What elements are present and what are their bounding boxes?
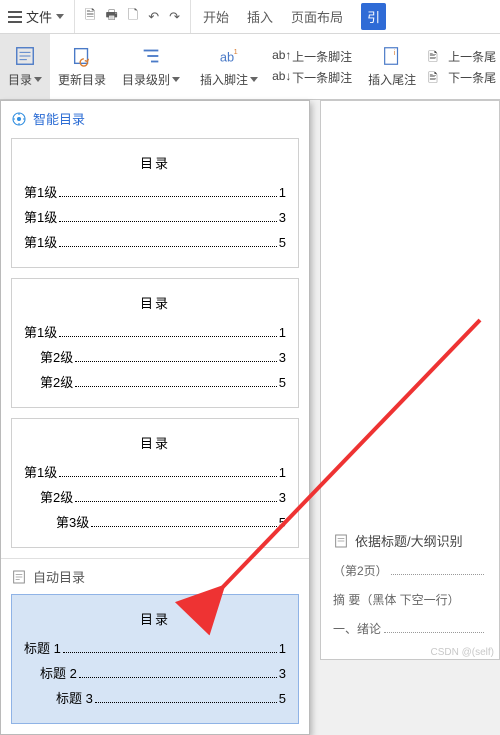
tab-insert[interactable]: 插入 xyxy=(247,7,273,26)
smart-icon xyxy=(11,111,27,127)
toc-preview-2[interactable]: 目录 第1级1 第2级3 第2级5 xyxy=(11,278,299,408)
qat-print-icon[interactable]: 🖶 xyxy=(105,6,117,28)
toc-level-button[interactable]: 目录级别 xyxy=(114,34,188,99)
qat-redo-icon[interactable]: ↷ xyxy=(169,9,180,25)
svg-text:ab: ab xyxy=(220,50,234,65)
auto-toc-header: 自动目录 xyxy=(1,558,309,590)
toc-title: 目录 xyxy=(24,609,286,628)
endnote-nav: 🖹上一条尾 🖹下一条尾 xyxy=(422,34,500,99)
footnote-icon: ab1 xyxy=(218,45,240,67)
tab-start[interactable]: 开始 xyxy=(203,7,229,26)
caret-down-icon xyxy=(250,77,258,82)
doc-row: 一、绪论 xyxy=(333,620,487,637)
update-toc-button[interactable]: 更新目录 xyxy=(50,34,114,99)
level-label: 目录级别 xyxy=(122,71,170,88)
footnote-label: 插入脚注 xyxy=(200,71,248,88)
toc-title: 目录 xyxy=(24,433,286,452)
insert-endnote-button[interactable]: i 插入尾注 xyxy=(362,34,422,99)
svg-text:1: 1 xyxy=(234,47,238,56)
file-menu[interactable]: 文件 xyxy=(0,0,75,33)
caret-down-icon xyxy=(56,14,64,19)
caret-down-icon xyxy=(172,77,180,82)
endnote-icon: i xyxy=(381,45,403,67)
doc-row: （第2页） xyxy=(333,562,487,579)
level-icon xyxy=(140,45,162,67)
update-label: 更新目录 xyxy=(58,71,106,88)
quick-access-toolbar: 🗎 🖶 🗋 ↶ ↷ xyxy=(75,0,191,33)
smart-toc-header: 智能目录 xyxy=(1,101,309,134)
prev-footnote-icon: ab↑ xyxy=(272,48,288,64)
toc-preview-3[interactable]: 目录 第1级1 第2级3 第3级5 xyxy=(11,418,299,548)
toc-dropdown: 智能目录 目录 第1级1 第1级3 第1级5 目录 第1级1 第2级3 第2级5… xyxy=(0,100,310,735)
caret-down-icon xyxy=(34,77,42,82)
qat-undo-icon[interactable]: ↶ xyxy=(148,9,159,25)
toc-preview-auto[interactable]: 目录 标题 11 标题 23 标题 35 xyxy=(11,594,299,724)
file-label: 文件 xyxy=(26,7,52,26)
toc-button[interactable]: 目录 xyxy=(0,34,50,99)
prev-endnote-button[interactable]: 🖹上一条尾 xyxy=(428,48,496,65)
update-icon xyxy=(71,45,93,67)
toc-title: 目录 xyxy=(24,293,286,312)
toc-title: 目录 xyxy=(24,153,286,172)
hamburger-icon xyxy=(8,11,22,23)
toc-preview-1[interactable]: 目录 第1级1 第1级3 第1级5 xyxy=(11,138,299,268)
tab-layout[interactable]: 页面布局 xyxy=(291,7,343,26)
doc-row: 摘 要（黑体 下空一行） xyxy=(333,591,487,608)
svg-text:i: i xyxy=(394,48,396,57)
endnote-label: 插入尾注 xyxy=(368,71,416,88)
next-footnote-button[interactable]: ab↓下一条脚注 xyxy=(272,69,352,86)
doc-icon xyxy=(333,533,349,549)
next-endnote-icon: 🖹 xyxy=(428,69,444,85)
footnote-nav: ab↑上一条脚注 ab↓下一条脚注 xyxy=(266,34,358,99)
watermark: CSDN @(self) xyxy=(431,647,495,658)
document-page: 依据标题/大纲识别 （第2页） 摘 要（黑体 下空一行） 一、绪论 xyxy=(320,100,500,660)
prev-footnote-button[interactable]: ab↑上一条脚注 xyxy=(272,48,352,65)
insert-footnote-button[interactable]: ab1 插入脚注 xyxy=(192,34,266,99)
ribbon-tabs: 开始 插入 页面布局 引 xyxy=(191,0,398,33)
qat-save-icon[interactable]: 🗎 xyxy=(85,6,95,28)
outline-detect-header: 依据标题/大纲识别 xyxy=(333,531,487,550)
tab-references[interactable]: 引 xyxy=(361,3,386,30)
prev-endnote-icon: 🖹 xyxy=(428,48,444,64)
toc-icon xyxy=(14,45,36,67)
toc-label: 目录 xyxy=(8,71,32,88)
doc-icon xyxy=(11,569,27,585)
next-endnote-button[interactable]: 🖹下一条尾 xyxy=(428,69,496,86)
qat-preview-icon[interactable]: 🗋 xyxy=(128,6,138,28)
next-footnote-icon: ab↓ xyxy=(272,69,288,85)
